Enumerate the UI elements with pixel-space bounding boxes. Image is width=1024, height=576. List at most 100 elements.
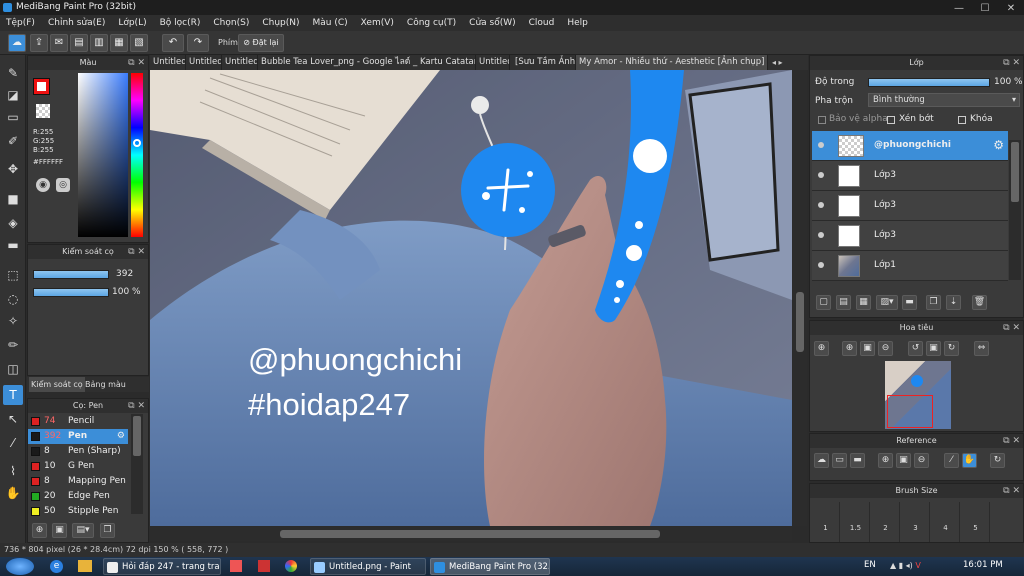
brush-folder-icon[interactable]: ▣ (52, 523, 67, 538)
brush-list-scrollbar[interactable] (131, 414, 143, 514)
new-file-icon[interactable]: ▤ (70, 34, 88, 52)
menu-filter[interactable]: Bộ lọc(R) (160, 18, 201, 28)
grid-icon[interactable]: ▦ (110, 34, 128, 52)
cloud-icon[interactable]: ☁ (8, 34, 26, 52)
navigator-viewport[interactable] (887, 395, 933, 428)
menu-cloud[interactable]: Cloud (529, 18, 555, 28)
protect-alpha-checkbox[interactable] (818, 116, 826, 124)
reference-fit-icon[interactable]: ▣ (896, 453, 911, 468)
reference-zoom-in-icon[interactable]: ⊕ (878, 453, 893, 468)
eye-icon[interactable] (818, 202, 824, 208)
zoom-in-icon[interactable]: ⊕ (814, 341, 829, 356)
magic-wand-icon[interactable]: ✧ (3, 311, 23, 331)
minimize-button[interactable]: — (950, 1, 968, 16)
brush-list-item[interactable]: 10 G Pen (28, 459, 128, 474)
menu-snap[interactable]: Chụp(N) (262, 18, 299, 28)
add-layer-menu-icon[interactable]: ▨▾ (876, 295, 898, 310)
menu-view[interactable]: Xem(V) (361, 18, 394, 28)
tab-color-palette[interactable]: Bảng màu (83, 377, 128, 392)
clock[interactable]: 16:01 PM (963, 560, 1003, 570)
brush-size-cell[interactable]: 1 (812, 502, 840, 542)
task-browser[interactable]: Hỏi đáp 247 - trang tra ... (103, 558, 221, 575)
brush-menu-icon[interactable]: ▤▾ (72, 523, 94, 538)
canvas-hscrollbar[interactable] (150, 527, 792, 541)
rotate-right-icon[interactable]: ↻ (944, 341, 959, 356)
brush-settings-icon[interactable]: ⚙ (117, 429, 125, 444)
reference-eyedropper-icon[interactable]: ⁄ (944, 453, 959, 468)
fit-icon[interactable]: ▣ (926, 341, 941, 356)
operation-tool-icon[interactable]: ↖ (3, 409, 23, 429)
maximize-button[interactable]: ☐ (976, 1, 994, 16)
hue-slider[interactable] (131, 73, 143, 237)
add-brush-icon[interactable]: ⊕ (32, 523, 47, 538)
eye-icon[interactable] (818, 172, 824, 178)
layer-row[interactable]: Lớp3 (812, 161, 1008, 191)
folder-taskbar-icon[interactable] (78, 560, 92, 572)
select-eraser-icon[interactable]: ◫ (3, 359, 23, 379)
eyedropper-icon[interactable]: ⁄ (3, 433, 23, 453)
trash-icon[interactable]: 🗑 (972, 295, 987, 310)
reference-close-icon[interactable]: ▬ (850, 453, 865, 468)
primary-color-swatch[interactable] (33, 78, 50, 95)
menu-select[interactable]: Chọn(S) (213, 18, 249, 28)
menu-layer[interactable]: Lớp(L) (118, 18, 146, 28)
eraser-tool-icon[interactable]: ◪ (3, 85, 23, 105)
tab-suu-tam-anh[interactable]: [Sưu Tầm Ảnh... (512, 55, 576, 70)
brush-list-item[interactable]: 8 Pen (Sharp) (28, 444, 128, 459)
palette-icon[interactable]: ◉ (36, 178, 50, 192)
fit-window-icon[interactable]: ▣ (860, 341, 875, 356)
brush-size-cell[interactable]: 5 (962, 502, 990, 542)
panel-controls-icon[interactable]: ⧉ ✕ (128, 245, 145, 259)
settings-icon[interactable]: ▧ (130, 34, 148, 52)
panel-controls-icon[interactable]: ⧉ ✕ (128, 56, 145, 70)
task-paint[interactable]: Untitled.png - Paint (310, 558, 426, 575)
brush-size-cell[interactable]: 3 (902, 502, 930, 542)
panel-controls-icon[interactable]: ⧉ ✕ (128, 399, 145, 413)
eye-icon[interactable] (818, 262, 824, 268)
brush-size-cell[interactable]: 2 (872, 502, 900, 542)
select-pen-icon[interactable]: ✏ (3, 335, 23, 355)
move-tool-icon[interactable]: ✥ (3, 159, 23, 179)
zoom-fit-icon[interactable]: ⊕ (842, 341, 857, 356)
reference-open-icon[interactable]: ▭ (832, 453, 847, 468)
tab-bubble-tea[interactable]: Bubble Tea Lover_png - Google ไลด์ _ Kar… (258, 55, 476, 70)
pen-tool-icon[interactable]: ✐ (3, 131, 23, 151)
layer-scrollbar[interactable] (1009, 140, 1021, 280)
panel-controls-icon[interactable]: ⧉ ✕ (1003, 321, 1020, 335)
panel-controls-icon[interactable]: ⧉ ✕ (1003, 434, 1020, 448)
rotate-left-icon[interactable]: ↺ (908, 341, 923, 356)
clip-checkbox[interactable] (887, 116, 895, 124)
layer-row[interactable]: @phuongchichi ⚙ (812, 131, 1008, 161)
file-icon[interactable]: ▥ (90, 34, 108, 52)
tab-untitled-4[interactable]: Untitled (476, 55, 510, 70)
brush-size-slider[interactable] (33, 270, 109, 279)
panel-controls-icon[interactable]: ⧉ ✕ (1003, 484, 1020, 498)
tab-untitled-2[interactable]: Untitled (186, 55, 222, 70)
close-button[interactable]: ✕ (1002, 1, 1020, 16)
brush-tool-icon[interactable]: ✎ (3, 63, 23, 83)
brush-copy-icon[interactable]: ❐ (100, 523, 115, 538)
zoom-out-icon[interactable]: ⊖ (878, 341, 893, 356)
eye-icon[interactable] (818, 232, 824, 238)
redo-icon[interactable]: ↷ (187, 34, 209, 52)
brush-size-cell[interactable]: 1.5 (842, 502, 870, 542)
canvas-text-username[interactable]: @phuongchichi (248, 342, 462, 377)
saturation-value-picker[interactable] (78, 73, 128, 237)
menu-file[interactable]: Tệp(F) (6, 18, 35, 28)
media-icon[interactable] (230, 560, 242, 572)
shape-fill-icon[interactable]: ■ (3, 189, 23, 209)
menu-help[interactable]: Help (567, 18, 588, 28)
comment-icon[interactable]: ✉ (50, 34, 68, 52)
layer-row[interactable]: Lớp3 (812, 191, 1008, 221)
flip-icon[interactable]: ⇔ (974, 341, 989, 356)
navigator-thumbnail[interactable] (885, 361, 951, 429)
folder-icon[interactable]: ▬ (902, 295, 917, 310)
reference-cloud-icon[interactable]: ☁ (814, 453, 829, 468)
merge-layer-icon[interactable]: ⇣ (946, 295, 961, 310)
tabs-scroll-arrows[interactable]: ◂ ▸ (772, 58, 783, 67)
panel-controls-icon[interactable]: ⧉ ✕ (1003, 56, 1020, 70)
new-layer-8bit-icon[interactable]: ▤ (836, 295, 851, 310)
reference-zoom-out-icon[interactable]: ⊖ (914, 453, 929, 468)
transparent-swatch[interactable] (36, 104, 50, 118)
reset-button[interactable]: ⊘ Đặt lại (238, 34, 284, 52)
